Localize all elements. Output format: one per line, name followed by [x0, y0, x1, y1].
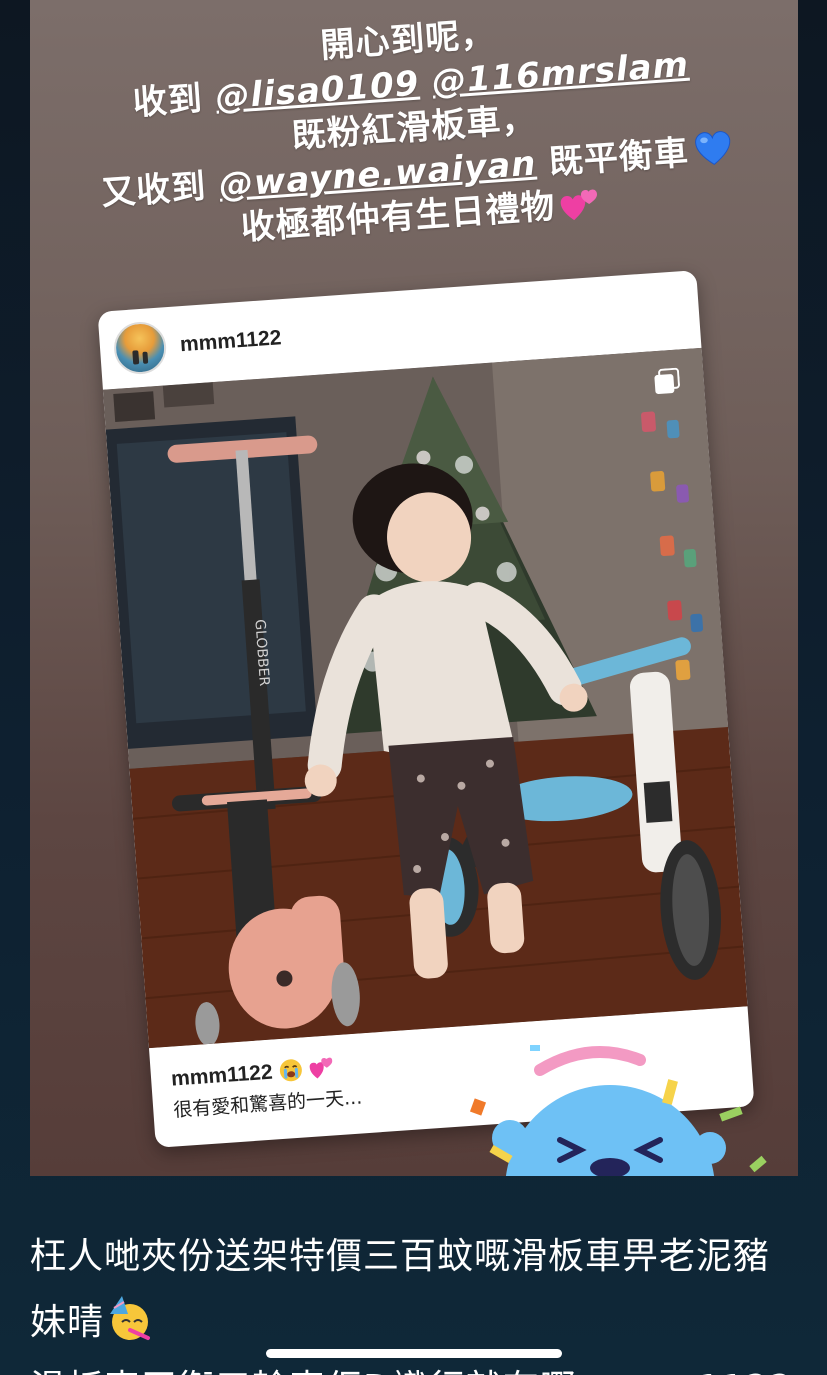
- crying-face-icon: [279, 1059, 302, 1082]
- multiple-photos-icon: [654, 367, 680, 395]
- party-face-icon: [110, 1296, 151, 1340]
- post-caption-username[interactable]: mmm1122: [170, 1061, 273, 1091]
- body-line-2-text: 妹晴: [30, 1302, 105, 1343]
- two-hearts-icon: [309, 1057, 332, 1079]
- home-indicator[interactable]: [266, 1349, 562, 1358]
- story-frame[interactable]: 開心到呢， 收到 @lisa0109 @116mrslam 既粉紅滑板車， 又收…: [30, 0, 798, 1176]
- screen: 開心到呢， 收到 @lisa0109 @116mrslam 既粉紅滑板車， 又收…: [0, 0, 827, 1375]
- caption-text: 既平衡車: [534, 132, 691, 184]
- body-line-1: 枉人哋夾份送架特價三百蚊嘅滑板車畀老泥豬: [30, 1236, 771, 1277]
- photo-illustration: GLOBBER: [102, 347, 748, 1049]
- celebration-sticker: [469, 1045, 767, 1176]
- post-photo[interactable]: GLOBBER: [102, 347, 748, 1049]
- two-hearts-icon: [560, 189, 597, 221]
- blue-heart-icon: [695, 131, 731, 165]
- caption-text: 收到: [131, 77, 218, 124]
- story-caption: 開心到呢， 收到 @lisa0109 @116mrslam 既粉紅滑板車， 又收…: [43, 0, 785, 263]
- post-username[interactable]: mmm1122: [179, 326, 282, 357]
- avatar[interactable]: [112, 320, 168, 376]
- body-line-2: 妹晴: [30, 1290, 820, 1356]
- reposted-post-card[interactable]: mmm1122 GLOBBER mmm1122 很有愛和驚喜的一天...: [97, 270, 755, 1148]
- body-line-3: 滑板車平衡三輪車佢D識行就有嘢 mmm1122: [30, 1356, 820, 1375]
- caption-text: 又收到: [100, 165, 221, 214]
